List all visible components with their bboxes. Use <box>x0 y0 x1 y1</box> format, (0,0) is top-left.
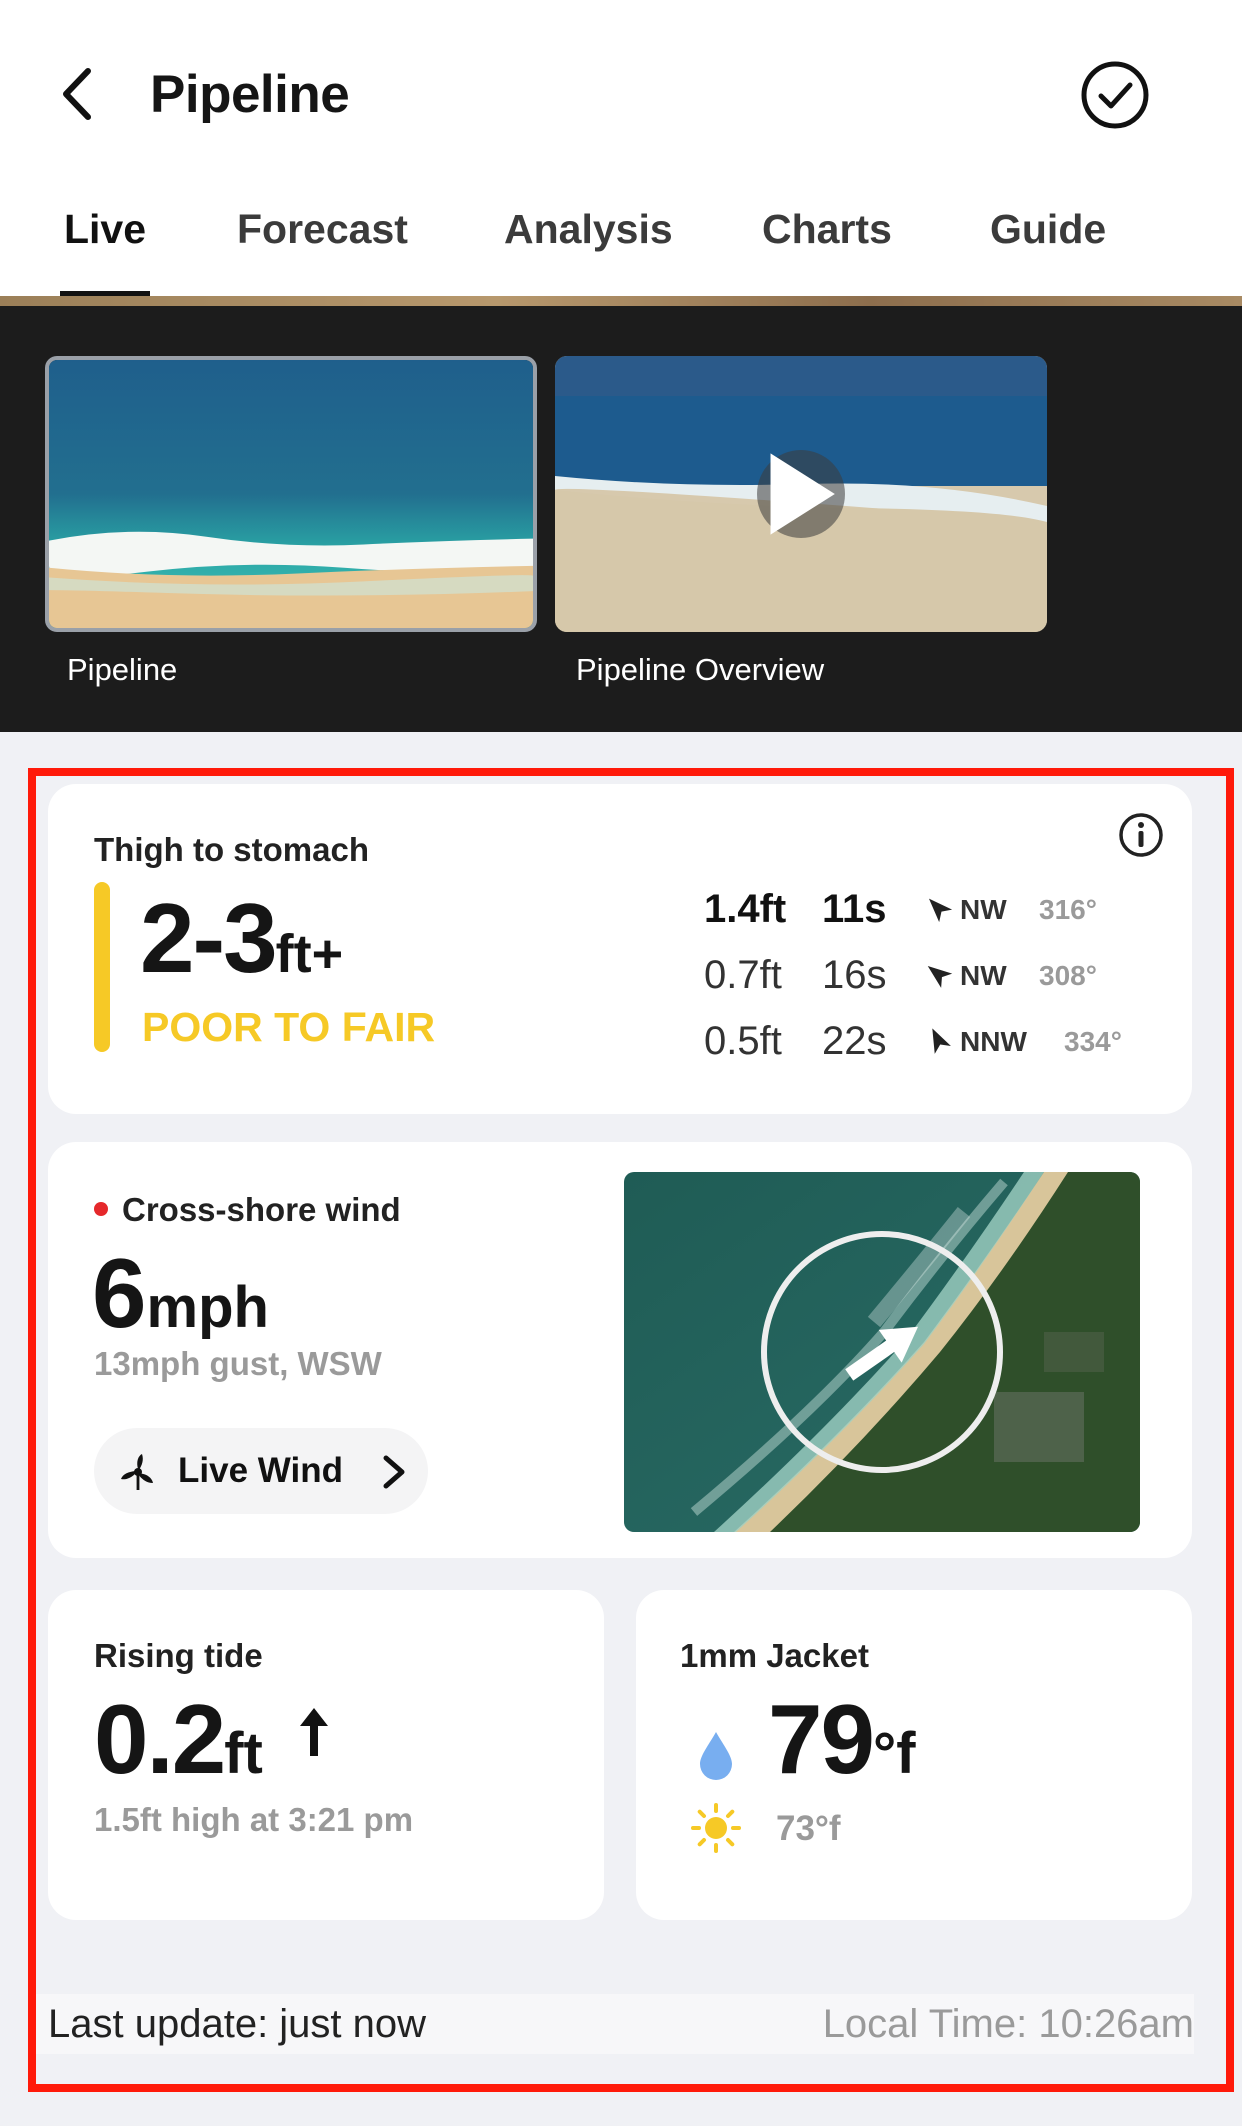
tide-label: Rising tide <box>94 1637 263 1674</box>
swell-direction-arrow-icon <box>927 965 953 988</box>
play-icon <box>770 453 835 535</box>
water-temperature: 79°f <box>768 1684 916 1794</box>
wind-gust: 13mph gust, WSW <box>94 1345 382 1382</box>
surf-rating-bar <box>94 882 110 1052</box>
wetsuit-label: 1mm Jacket <box>680 1637 869 1674</box>
swell-direction-arrow-icon <box>928 898 953 923</box>
cam-label: Pipeline <box>67 652 178 687</box>
tab-bar: Live Forecast Analysis Charts Guide <box>0 195 1242 296</box>
arrow-up-icon <box>300 1708 328 1756</box>
tab-guide[interactable]: Guide <box>990 205 1106 253</box>
cam-thumbnail-pipeline[interactable] <box>45 356 537 632</box>
tab-analysis[interactable]: Analysis <box>504 205 673 253</box>
air-temperature: 73°f <box>776 1809 841 1848</box>
tab-forecast[interactable]: Forecast <box>237 205 408 253</box>
header-image-strip <box>0 296 1242 306</box>
chevron-left-icon <box>63 68 91 120</box>
water-drop-icon <box>700 1732 732 1780</box>
back-button[interactable] <box>52 64 102 124</box>
live-wind-label: Live Wind <box>178 1451 343 1490</box>
surf-height-card: Thigh to stomach 2-3ft+ POOR TO FAIR 1.4… <box>48 784 1192 1114</box>
surf-height: 2-3ft+ <box>140 883 344 993</box>
tab-charts[interactable]: Charts <box>762 205 892 253</box>
app-header: Pipeline Live Forecast Analysis Charts G… <box>0 0 1242 306</box>
swell-direction-arrow-icon <box>932 1028 951 1054</box>
page-title: Pipeline <box>150 65 350 124</box>
chevron-right-icon <box>383 1455 405 1489</box>
wind-label: Cross-shore wind <box>122 1191 401 1228</box>
surf-description: Thigh to stomach <box>94 831 369 868</box>
cam-label: Pipeline Overview <box>576 652 825 687</box>
cam-thumbnail-pipeline-overview[interactable] <box>555 356 1047 632</box>
last-update: Last update: just now <box>48 2002 427 2046</box>
tide-next-high: 1.5ft high at 3:21 pm <box>94 1801 414 1838</box>
surf-cam-image <box>49 360 533 628</box>
wind-turbine-icon <box>121 1454 153 1490</box>
check-circle-icon <box>1081 61 1149 129</box>
cam-carousel: Pipeline Pipeline Overview <box>0 306 1242 732</box>
sun-icon <box>691 1803 741 1853</box>
tab-live[interactable]: Live <box>64 205 146 253</box>
surf-rating: POOR TO FAIR <box>142 1004 436 1050</box>
wind-card: Cross-shore wind 6mph 13mph gust, WSW Li… <box>48 1142 1192 1558</box>
play-button[interactable] <box>757 450 845 538</box>
swell-row: 1.4ft 11s NW 316° <box>704 887 1097 931</box>
update-footer: Last update: just now Local Time: 10:26a… <box>36 1994 1194 2054</box>
local-time: Local Time: 10:26am <box>822 2002 1194 2046</box>
favorite-check-button[interactable] <box>1080 60 1150 130</box>
live-wind-button[interactable]: Live Wind <box>94 1428 428 1514</box>
satellite-map-image <box>624 1172 1140 1532</box>
wind-status-dot <box>94 1202 108 1216</box>
temperature-card: 1mm Jacket 79°f 73°f <box>636 1590 1192 1920</box>
swell-row: 0.5ft 22s NNW 334° <box>704 1019 1122 1063</box>
swell-row: 0.7ft 16s NW 308° <box>704 953 1097 997</box>
info-icon[interactable] <box>1118 812 1164 858</box>
wind-satellite-map[interactable] <box>624 1172 1140 1532</box>
tide-card: Rising tide 0.2ft 1.5ft high at 3:21 pm <box>48 1590 604 1920</box>
